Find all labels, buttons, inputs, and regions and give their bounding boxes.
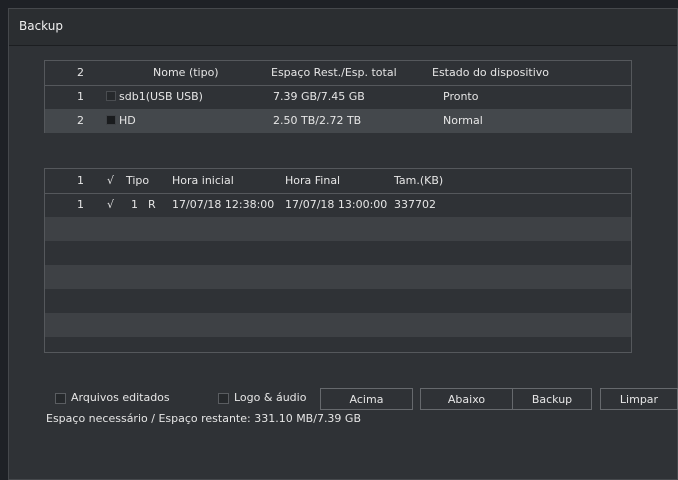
device-header-name[interactable]: Nome (tipo) xyxy=(153,66,219,79)
device-row-index: 1 xyxy=(77,90,84,103)
file-row[interactable]: 1 √ 1 R 17/07/18 12:38:00 17/07/18 13:00… xyxy=(45,193,631,217)
device-row-status: Pronto xyxy=(443,90,479,103)
space-status-text: Espaço necessário / Espaço restante: 331… xyxy=(46,412,361,425)
file-header-end[interactable]: Hora Final xyxy=(285,174,340,187)
file-row-type: R xyxy=(148,198,156,211)
device-row-name: sdb1(USB USB) xyxy=(119,90,203,103)
device-row-index: 2 xyxy=(77,114,84,127)
device-row-space: 7.39 GB/7.45 GB xyxy=(273,90,365,103)
file-row-checkbox[interactable]: √ xyxy=(107,198,114,211)
device-row-status: Normal xyxy=(443,114,483,127)
backup-button[interactable]: Backup xyxy=(512,388,592,410)
empty-row xyxy=(45,265,631,289)
device-row[interactable]: 2 HD 2.50 TB/2.72 TB Normal xyxy=(45,109,631,133)
file-table: 1 √ Tipo Hora inicial Hora Final Tam.(KB… xyxy=(44,168,632,353)
device-header-space[interactable]: Espaço Rest./Esp. total xyxy=(271,66,397,79)
device-header-index: 2 xyxy=(77,66,84,79)
down-button[interactable]: Abaixo xyxy=(420,388,513,410)
empty-row xyxy=(45,289,631,313)
logo-audio-label: Logo & áudio xyxy=(234,391,307,404)
device-header-status[interactable]: Estado do dispositivo xyxy=(432,66,549,79)
file-header-index: 1 xyxy=(77,174,84,187)
file-header-start[interactable]: Hora inicial xyxy=(172,174,234,187)
device-table-header: 2 Nome (tipo) Espaço Rest./Esp. total Es… xyxy=(45,61,631,86)
device-row-checkbox[interactable] xyxy=(106,115,116,125)
device-row[interactable]: 1 sdb1(USB USB) 7.39 GB/7.45 GB Pronto xyxy=(45,85,631,110)
device-row-space: 2.50 TB/2.72 TB xyxy=(273,114,362,127)
empty-row xyxy=(45,217,631,241)
clear-button[interactable]: Limpar xyxy=(600,388,678,410)
select-all-checkbox[interactable]: √ xyxy=(107,174,114,187)
device-row-checkbox[interactable] xyxy=(106,91,116,101)
file-row-index: 1 xyxy=(77,198,84,211)
file-row-channel: 1 xyxy=(131,198,138,211)
up-button[interactable]: Acima xyxy=(320,388,413,410)
title-bar: Backup xyxy=(9,9,677,46)
edited-files-checkbox[interactable] xyxy=(55,393,66,404)
empty-row xyxy=(45,241,631,265)
logo-audio-checkbox[interactable] xyxy=(218,393,229,404)
file-row-size: 337702 xyxy=(394,198,436,211)
empty-row xyxy=(45,313,631,337)
file-header-size[interactable]: Tam.(KB) xyxy=(394,174,443,187)
file-table-header: 1 √ Tipo Hora inicial Hora Final Tam.(KB… xyxy=(45,169,631,194)
edited-files-label: Arquivos editados xyxy=(71,391,170,404)
device-table: 2 Nome (tipo) Espaço Rest./Esp. total Es… xyxy=(44,60,632,133)
empty-row xyxy=(45,337,631,352)
file-header-type[interactable]: Tipo xyxy=(126,174,149,187)
file-row-start: 17/07/18 12:38:00 xyxy=(172,198,275,211)
file-row-end: 17/07/18 13:00:00 xyxy=(285,198,388,211)
device-row-name: HD xyxy=(119,114,136,127)
window-title: Backup xyxy=(19,19,63,33)
